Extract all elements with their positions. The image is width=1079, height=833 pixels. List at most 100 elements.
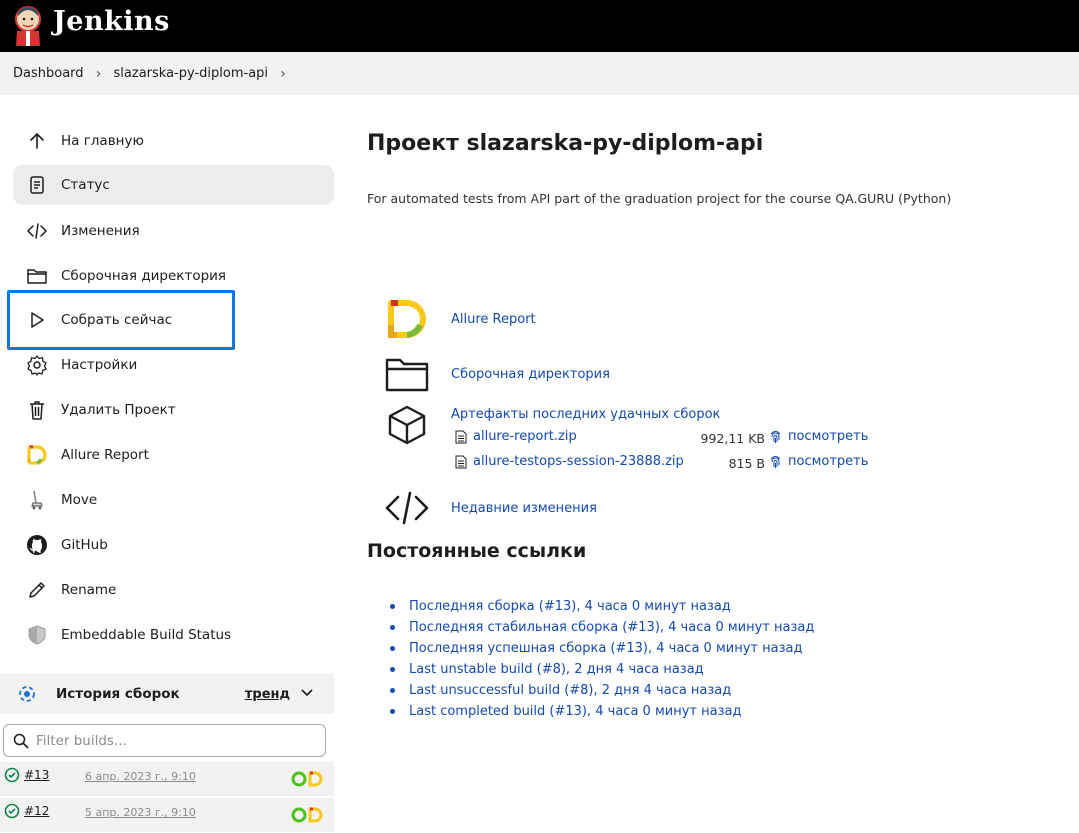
bullet	[390, 625, 395, 630]
allure-small-icon[interactable]	[290, 806, 324, 824]
sidebar: На главную Статус Изменения Сборочная ди…	[0, 95, 346, 833]
artifacts-title-link[interactable]: Артефакты последних удачных сборок	[451, 407, 720, 422]
filter-builds-field	[3, 724, 326, 757]
build-date-link[interactable]: 5 апр. 2023 г., 9:10	[85, 806, 196, 819]
sidebar-item-label: Move	[61, 492, 98, 508]
sidebar-item-allure[interactable]: Allure Report	[13, 435, 334, 475]
file-icon	[455, 455, 467, 468]
artifact-view-link[interactable]: посмотреть	[788, 454, 868, 469]
sidebar-item-label: Удалить Проект	[61, 402, 176, 418]
arrow-up-icon	[25, 129, 49, 153]
artifact-file-link[interactable]: allure-testops-session-23888.zip	[473, 454, 684, 469]
sidebar-item-label: Сборочная директория	[61, 268, 227, 284]
sidebar-item-rename[interactable]: Rename	[13, 570, 334, 610]
artifact-view-link[interactable]: посмотреть	[788, 429, 868, 444]
permalink-link[interactable]: Last unstable build (#8), 2 дня 4 часа н…	[409, 662, 704, 677]
success-check-icon	[4, 767, 20, 783]
sidebar-item-workspace[interactable]: Сборочная директория	[13, 256, 334, 296]
build-number-link[interactable]: #13	[24, 768, 49, 782]
chevron-down-icon[interactable]	[300, 685, 314, 699]
breadcrumb: Dashboard › slazarska-py-diplom-api ›	[0, 52, 1079, 95]
bullet	[390, 646, 395, 651]
permalink-item: Последняя сборка (#13), 4 часа 0 минут н…	[387, 596, 814, 617]
build-row[interactable]: #13 6 апр. 2023 г., 9:10	[0, 762, 334, 796]
sidebar-item-build-now[interactable]: Собрать сейчас	[13, 300, 334, 340]
permalink-item: Last unstable build (#8), 2 дня 4 часа н…	[387, 659, 814, 680]
permalinks-title: Постоянные ссылки	[367, 540, 587, 562]
code-icon[interactable]	[383, 484, 431, 532]
gear-icon	[25, 353, 49, 377]
package-icon	[383, 401, 431, 449]
workspace-row: Сборочная директория	[383, 350, 610, 398]
project-description: For automated tests from API part of the…	[367, 191, 952, 206]
build-history-title: История сборок	[56, 686, 180, 702]
shield-icon	[25, 623, 49, 647]
permalink-item: Последняя стабильная сборка (#13), 4 час…	[387, 617, 814, 638]
chevron-right-icon: ›	[95, 65, 102, 82]
artifact-view-row: посмотреть	[769, 454, 868, 469]
sidebar-item-label: Настройки	[61, 357, 138, 373]
recent-changes-link[interactable]: Недавние изменения	[451, 501, 597, 516]
sidebar-item-label: На главную	[61, 133, 144, 149]
bullet	[390, 688, 395, 693]
allure-small-icon[interactable]	[290, 770, 324, 788]
chevron-right-icon[interactable]: ›	[268, 66, 298, 82]
build-row[interactable]: #12 5 апр. 2023 г., 9:10	[0, 798, 334, 832]
build-history: История сборок тренд #13 6 апр. 2023 г.,…	[0, 674, 334, 832]
sidebar-item-configure[interactable]: Настройки	[13, 345, 334, 385]
file-icon	[455, 430, 467, 443]
allure-icon	[25, 443, 49, 467]
sidebar-item-build-status[interactable]: Embeddable Build Status	[13, 615, 334, 655]
fingerprint-icon	[770, 431, 781, 443]
trash-icon	[25, 398, 49, 422]
allure-report-row: Allure Report	[383, 295, 536, 343]
play-icon	[25, 308, 49, 332]
build-history-header: История сборок тренд	[0, 674, 334, 714]
search-icon	[13, 733, 29, 749]
permalink-link[interactable]: Последняя успешная сборка (#13), 4 часа …	[409, 641, 802, 656]
artifact-file-link[interactable]: allure-report.zip	[473, 429, 577, 444]
allure-report-link[interactable]: Allure Report	[451, 312, 536, 327]
sidebar-item-label: Изменения	[61, 223, 140, 239]
build-history-icon	[19, 686, 35, 702]
artifact-file-row: allure-report.zip	[455, 429, 577, 444]
jenkins-logo-icon[interactable]	[12, 4, 44, 46]
permalink-item: Last unsuccessful build (#8), 2 дня 4 ча…	[387, 680, 814, 701]
fingerprint-icon	[770, 456, 781, 468]
bullet	[390, 667, 395, 672]
filter-builds-input[interactable]	[36, 732, 316, 749]
permalink-link[interactable]: Last unsuccessful build (#8), 2 дня 4 ча…	[409, 683, 731, 698]
breadcrumb-dashboard[interactable]: Dashboard	[13, 66, 84, 81]
allure-logo-icon[interactable]	[383, 295, 431, 343]
permalink-link[interactable]: Последняя стабильная сборка (#13), 4 час…	[409, 620, 814, 635]
folder-icon[interactable]	[383, 350, 431, 398]
build-number-link[interactable]: #12	[24, 804, 49, 818]
sidebar-item-home[interactable]: На главную	[13, 121, 334, 161]
workspace-link[interactable]: Сборочная директория	[451, 367, 610, 382]
artifact-file-row: allure-testops-session-23888.zip	[455, 454, 684, 469]
sidebar-item-label: Rename	[61, 582, 117, 598]
sidebar-item-changes[interactable]: Изменения	[13, 211, 334, 251]
build-date-link[interactable]: 6 апр. 2023 г., 9:10	[85, 770, 196, 783]
artifact-file-size: 815 B	[728, 456, 765, 471]
brand-title[interactable]: Jenkins	[53, 6, 170, 37]
sidebar-item-status[interactable]: Статус	[13, 165, 334, 205]
permalink-link[interactable]: Last completed build (#13), 4 часа 0 мин…	[409, 704, 741, 719]
bullet	[390, 604, 395, 609]
pencil-icon	[25, 578, 49, 602]
permalink-item: Последняя успешная сборка (#13), 4 часа …	[387, 638, 814, 659]
sidebar-item-label: GitHub	[61, 537, 108, 553]
sidebar-item-label: Статус	[61, 177, 110, 193]
sidebar-item-delete[interactable]: Удалить Проект	[13, 390, 334, 430]
move-icon	[25, 488, 49, 512]
trend-link[interactable]: тренд	[245, 687, 290, 702]
permalink-link[interactable]: Последняя сборка (#13), 4 часа 0 минут н…	[409, 599, 731, 614]
sidebar-item-github[interactable]: GitHub	[13, 525, 334, 565]
permalinks-list: Последняя сборка (#13), 4 часа 0 минут н…	[387, 596, 814, 722]
breadcrumb-project[interactable]: slazarska-py-diplom-api	[114, 66, 269, 81]
bullet	[390, 709, 395, 714]
top-header: Jenkins	[0, 0, 1079, 52]
permalink-item: Last completed build (#13), 4 часа 0 мин…	[387, 701, 814, 722]
sidebar-item-move[interactable]: Move	[13, 480, 334, 520]
recent-changes-row: Недавние изменения	[383, 484, 597, 532]
